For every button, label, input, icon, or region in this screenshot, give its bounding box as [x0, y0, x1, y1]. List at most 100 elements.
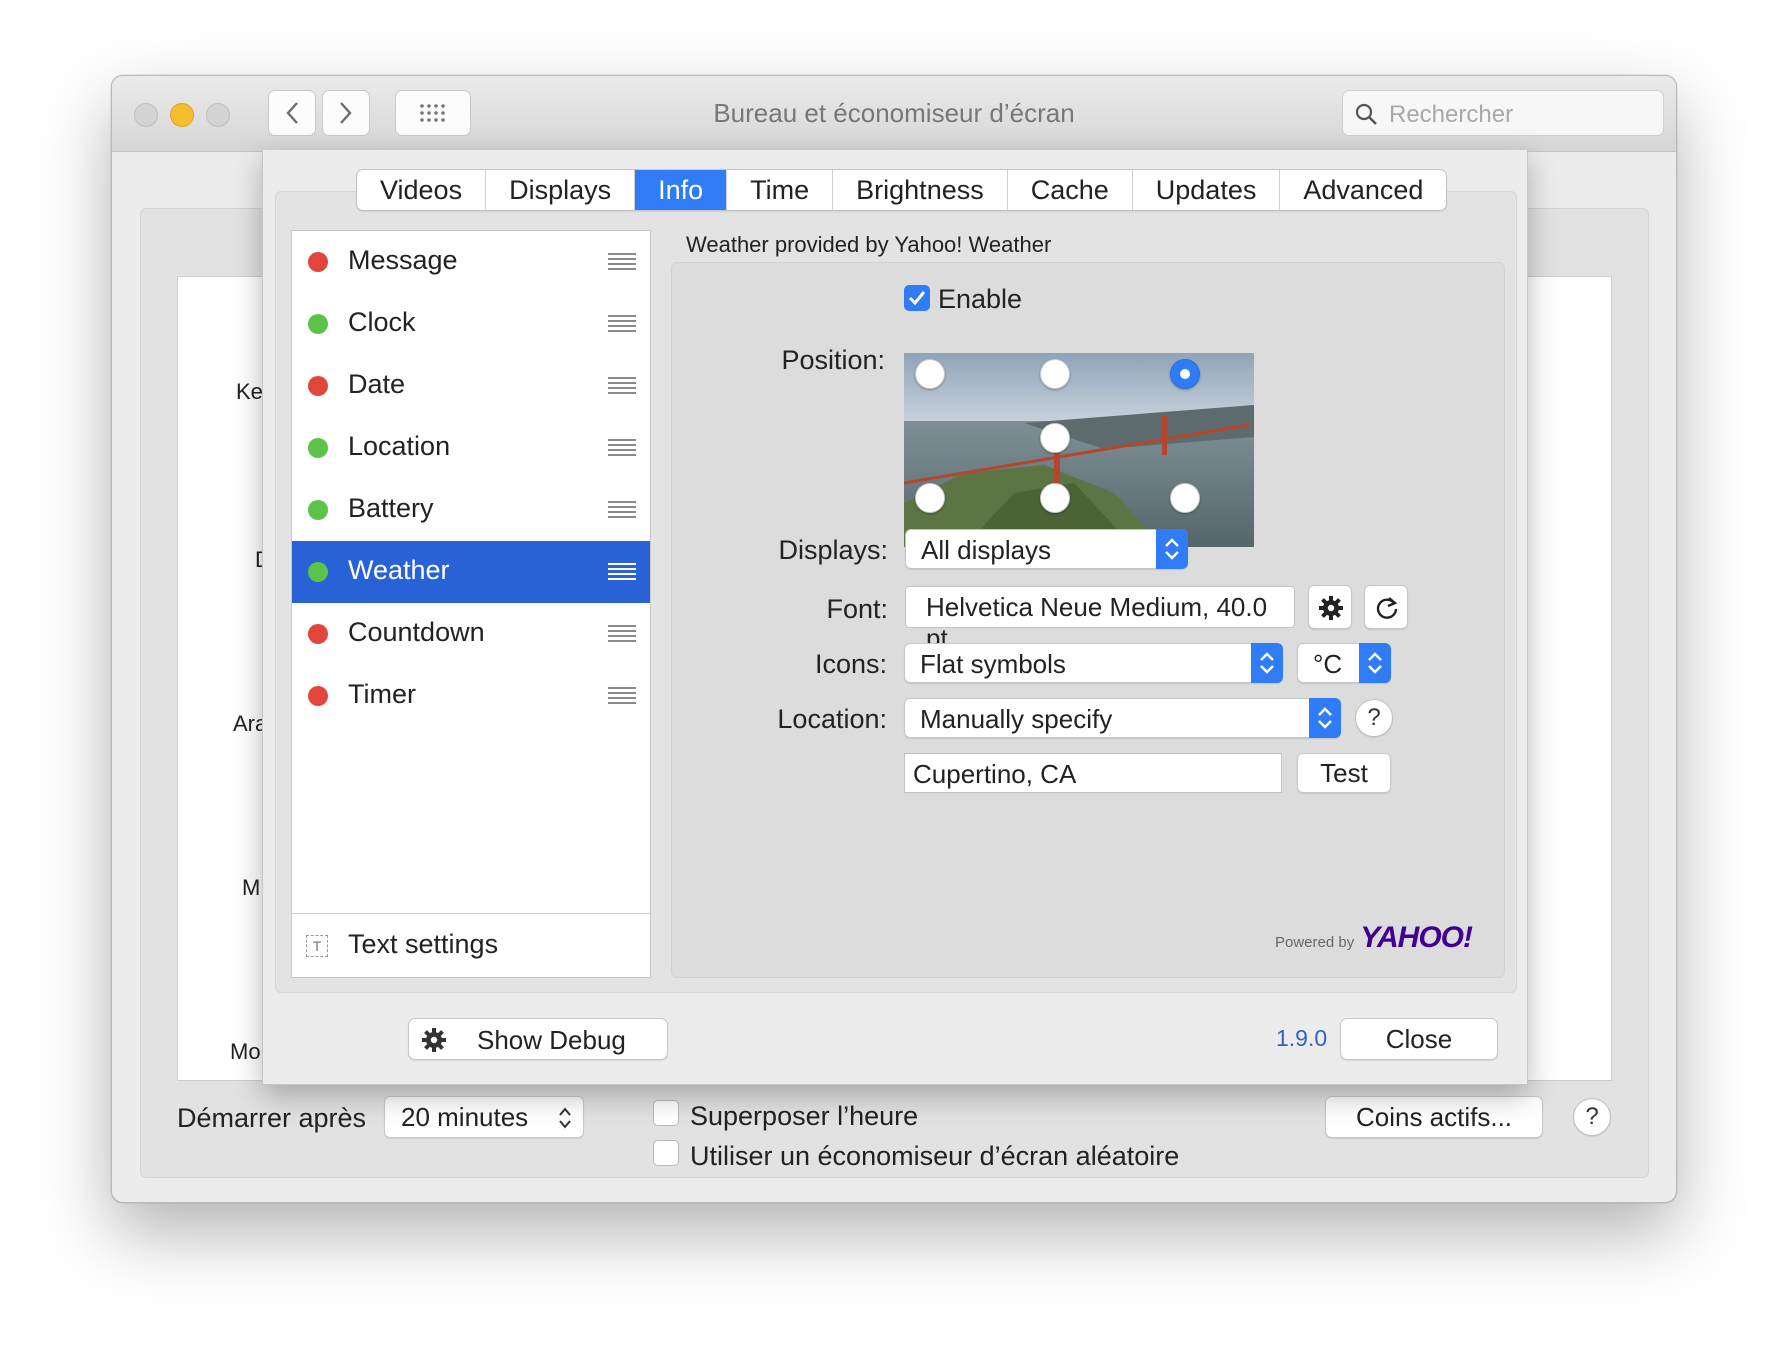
help-button[interactable]: ?	[1573, 1098, 1611, 1136]
thumb-label: Mo	[230, 1039, 261, 1064]
list-item-label: Date	[348, 369, 406, 399]
font-reset-button[interactable]	[1364, 585, 1408, 629]
position-radio-bottom-right[interactable]	[1170, 483, 1200, 513]
tab-videos[interactable]: Videos	[357, 170, 487, 210]
status-dot-green	[308, 314, 328, 334]
status-dot-red	[308, 252, 328, 272]
list-item-timer[interactable]: Timer	[292, 665, 650, 727]
list-item-label: Timer	[348, 679, 416, 709]
tab-brightness[interactable]: Brightness	[833, 170, 1008, 210]
location-help-button[interactable]: ?	[1355, 699, 1393, 737]
version-link[interactable]: 1.9.0	[1276, 1025, 1327, 1052]
position-radio-top-right[interactable]	[1170, 359, 1200, 389]
location-mode-value: Manually specify	[920, 704, 1113, 734]
list-item-label: Message	[348, 245, 458, 275]
displays-select[interactable]: All displays	[905, 529, 1188, 569]
drag-handle-icon[interactable]	[608, 315, 636, 333]
thumb-label: M	[242, 875, 261, 900]
drag-handle-icon[interactable]	[608, 687, 636, 705]
location-mode-select[interactable]: Manually specify	[904, 698, 1341, 738]
list-item-label: Clock	[348, 307, 416, 337]
select-arrows-icon	[1156, 529, 1188, 569]
list-item-message[interactable]: Message	[292, 231, 650, 293]
show-debug-label: Show Debug	[477, 1025, 626, 1055]
search-field[interactable]: Rechercher	[1342, 90, 1664, 136]
test-button[interactable]: Test	[1297, 753, 1391, 793]
list-item-label: Location	[348, 431, 451, 461]
weather-settings-pane: Enable Position: Displays: All displays …	[671, 262, 1505, 978]
location-input[interactable]: Cupertino, CA	[904, 753, 1282, 793]
list-item-label: Battery	[348, 493, 434, 523]
location-label: Location:	[777, 704, 887, 734]
select-arrows-icon	[1309, 698, 1341, 738]
drag-handle-icon[interactable]	[608, 501, 636, 519]
enable-checkbox[interactable]	[904, 285, 930, 311]
start-after-value: 20 minutes	[401, 1102, 529, 1132]
icons-label: Icons:	[814, 649, 887, 679]
drag-handle-icon[interactable]	[608, 563, 636, 581]
tab-cache[interactable]: Cache	[1008, 170, 1133, 210]
drag-handle-icon[interactable]	[608, 377, 636, 395]
displays-value: All displays	[921, 535, 1052, 565]
powered-by-yahoo: Powered by YAHOO!	[1275, 921, 1473, 955]
checkmark-icon	[908, 291, 926, 306]
show-clock-checkbox[interactable]	[653, 1100, 679, 1126]
units-select[interactable]: °C	[1297, 643, 1391, 683]
tab-advanced[interactable]: Advanced	[1280, 170, 1446, 210]
drag-handle-icon[interactable]	[608, 625, 636, 643]
aerial-settings-sheet: Videos Displays Info Time Brightness Cac…	[262, 150, 1528, 1085]
show-debug-button[interactable]: Show Debug	[408, 1018, 668, 1060]
tab-bar: Videos Displays Info Time Brightness Cac…	[356, 169, 1448, 211]
search-icon	[1355, 103, 1377, 125]
start-after-popup[interactable]: 20 minutes	[384, 1096, 584, 1138]
status-dot-green	[308, 562, 328, 582]
select-arrows-icon	[1251, 643, 1283, 683]
list-item-countdown[interactable]: Countdown	[292, 603, 650, 665]
weather-provider-note: Weather provided by Yahoo! Weather	[686, 232, 1052, 257]
powered-by-label: Powered by	[1275, 934, 1355, 951]
text-settings-label: Text settings	[348, 929, 499, 959]
list-item-battery[interactable]: Battery	[292, 479, 650, 541]
font-settings-button[interactable]	[1308, 585, 1352, 629]
status-dot-red	[308, 624, 328, 644]
font-field[interactable]: Helvetica Neue Medium, 40.0 pt	[905, 586, 1295, 653]
drag-handle-icon[interactable]	[608, 439, 636, 457]
select-arrows-icon	[1359, 643, 1391, 683]
random-saver-checkbox[interactable]	[653, 1140, 679, 1166]
gear-icon	[422, 1028, 446, 1052]
icons-value: Flat symbols	[920, 649, 1066, 679]
tab-displays[interactable]: Displays	[486, 170, 636, 210]
list-item-location[interactable]: Location	[292, 417, 650, 479]
refresh-icon	[1376, 597, 1398, 619]
gear-icon	[1319, 596, 1343, 620]
start-after-label: Démarrer après	[177, 1103, 367, 1133]
position-radio-bottom-center[interactable]	[1040, 483, 1070, 513]
position-radio-center[interactable]	[1040, 423, 1070, 453]
status-dot-red	[308, 376, 328, 396]
tab-time[interactable]: Time	[727, 170, 834, 210]
units-value: °C	[1313, 649, 1343, 679]
info-list: Message Clock Date Location Battery Weat…	[291, 230, 651, 978]
tab-info[interactable]: Info	[635, 170, 728, 210]
status-dot-green	[308, 438, 328, 458]
list-item-weather[interactable]: Weather	[292, 541, 650, 603]
show-clock-label: Superposer l’heure	[690, 1101, 919, 1131]
icons-select[interactable]: Flat symbols	[904, 643, 1283, 683]
drag-handle-icon[interactable]	[608, 253, 636, 271]
position-label: Position:	[781, 345, 885, 375]
title-bar: Bureau et économiseur d’écran Rechercher	[112, 76, 1676, 152]
close-button[interactable]: Close	[1340, 1018, 1498, 1060]
hot-corners-button[interactable]: Coins actifs...	[1325, 1096, 1543, 1138]
position-radio-top-center[interactable]	[1040, 359, 1070, 389]
text-settings-icon: T	[306, 935, 328, 957]
list-item-date[interactable]: Date	[292, 355, 650, 417]
text-settings-item[interactable]: T Text settings	[292, 913, 650, 977]
thumb-label: Ke	[236, 379, 263, 404]
position-radio-top-left[interactable]	[915, 359, 945, 389]
tab-updates[interactable]: Updates	[1133, 170, 1281, 210]
position-radio-bottom-left[interactable]	[915, 483, 945, 513]
list-item-label: Weather	[348, 555, 450, 585]
search-placeholder: Rechercher	[1389, 101, 1514, 128]
list-item-clock[interactable]: Clock	[292, 293, 650, 355]
displays-label: Displays:	[778, 535, 888, 565]
